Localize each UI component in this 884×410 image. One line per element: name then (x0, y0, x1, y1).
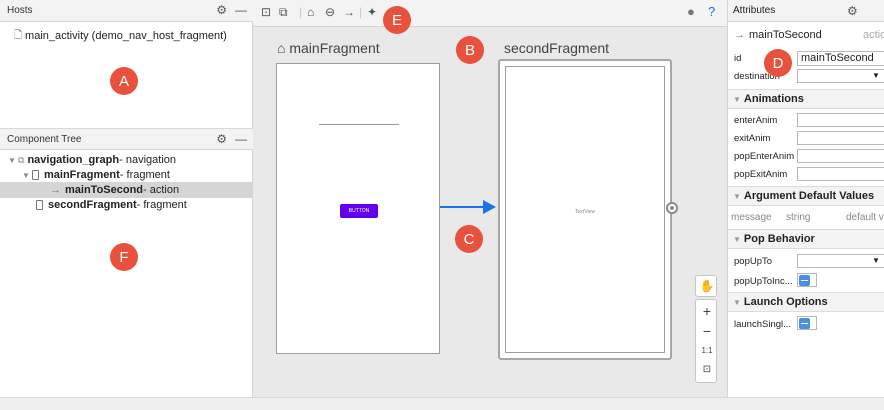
argument-row[interactable]: message string default v (728, 208, 884, 226)
hosts-panel-title: Hosts (7, 5, 33, 16)
component-tree-header: Component Tree ⚙ — (0, 128, 253, 150)
host-item-label: main_activity (demo_nav_host_fragment) (25, 30, 227, 42)
preview-button: BUTTON (340, 204, 378, 218)
tree-item-type: - fragment (119, 169, 170, 181)
selected-type: action (863, 29, 884, 41)
attributes-title: Attributes (733, 5, 776, 16)
pop-behavior-section[interactable]: ▼ Pop Behavior (728, 229, 884, 249)
action-arrow-icon: → (50, 184, 61, 196)
badge-b: B (456, 36, 484, 64)
badge-a: A (110, 67, 138, 95)
host-item[interactable]: 🗋 main_activity (demo_nav_host_fragment) (0, 28, 253, 44)
argument-defaults-section[interactable]: ▼ Argument Default Values (728, 186, 884, 206)
editor-toolbar: ⊡ ⧉ | ⌂ ⊖ → | ✦ ● ? (253, 0, 727, 27)
gear-icon[interactable]: ⚙ (216, 132, 227, 146)
activity-icon: 🗋 (14, 29, 23, 41)
tree-row-navigation-graph[interactable]: ▼ ⧉ navigation_graph - navigation (0, 152, 253, 168)
expand-icon[interactable]: ▼ (22, 171, 32, 180)
second-fragment-title: secondFragment (504, 40, 610, 56)
tree-item-name: secondFragment (48, 199, 137, 211)
new-destination-icon[interactable]: ⊡ (261, 5, 271, 19)
action-arrow-icon: → (734, 29, 745, 41)
preview-textview: TextView (575, 209, 595, 215)
pop-up-to-select[interactable]: ▼ (797, 254, 884, 268)
tree-item-name: mainFragment (44, 169, 120, 181)
hand-icon[interactable]: ✋ (696, 279, 718, 293)
main-fragment-destination[interactable]: BUTTON (276, 63, 440, 354)
action-arrow[interactable] (440, 199, 498, 215)
component-tree-title: Component Tree (7, 133, 82, 145)
help-icon[interactable]: ? (708, 4, 715, 19)
chevron-down-icon: ▼ (872, 71, 880, 80)
badge-c: C (455, 225, 483, 253)
status-bar (0, 397, 884, 410)
home-icon[interactable]: ⌂ (307, 5, 314, 19)
auto-arrange-icon[interactable]: ✦ (367, 5, 377, 19)
zoom-in-button[interactable]: + (696, 303, 718, 319)
text-divider-line (319, 124, 399, 125)
tree-item-type: - fragment (136, 199, 187, 211)
main-fragment-title: ⌂ mainFragment (277, 40, 380, 56)
id-field[interactable]: mainToSecond (797, 51, 884, 66)
badge-d: D (764, 49, 792, 77)
gear-icon[interactable]: ⚙ (847, 4, 858, 18)
badge-f: F (110, 243, 138, 271)
add-action-icon[interactable]: → (343, 5, 355, 19)
selected-element-row: → mainToSecond action (728, 26, 884, 44)
pan-tool-box[interactable]: ✋ (695, 275, 717, 297)
tree-item-type: - action (143, 184, 180, 196)
actual-size-button[interactable]: 1:1 (696, 346, 718, 355)
gear-icon[interactable]: ⚙ (216, 3, 227, 17)
zoom-out-button[interactable]: − (696, 323, 718, 339)
tree-row-second-fragment[interactable]: secondFragment - fragment (0, 197, 253, 213)
expand-icon[interactable]: ▼ (8, 156, 18, 165)
home-icon: ⌂ (277, 40, 290, 56)
attributes-panel: Attributes ⚙ → mainToSecond action id ma… (727, 0, 884, 397)
hosts-panel-header: Hosts ⚙ — (0, 0, 253, 22)
selected-name: mainToSecond (749, 29, 822, 41)
minimize-icon[interactable]: — (235, 3, 247, 17)
warning-icon[interactable]: ● (687, 4, 695, 19)
second-fragment-screen: TextView (505, 66, 665, 353)
toolbar-divider: | (359, 5, 363, 19)
toolbar-divider: | (299, 5, 303, 19)
fit-screen-icon[interactable]: ⊡ (696, 364, 718, 375)
zoom-controls: + − 1:1 ⊡ (695, 299, 717, 383)
fragment-icon (36, 200, 43, 210)
action-handle[interactable] (666, 202, 678, 214)
launch-options-section[interactable]: ▼ Launch Options (728, 292, 884, 312)
pop-up-inclusive-checkbox[interactable] (799, 275, 810, 286)
navigation-canvas[interactable]: ⌂ mainFragment BUTTON secondFragment Tex… (253, 27, 727, 397)
second-fragment-destination[interactable]: TextView (498, 59, 672, 360)
graph-icon: ⧉ (18, 154, 25, 165)
attributes-header: Attributes ⚙ (728, 0, 884, 22)
tree-item-name: mainToSecond (65, 184, 144, 196)
enter-anim-field[interactable] (797, 113, 884, 127)
left-column: Hosts ⚙ — 🗋 main_activity (demo_nav_host… (0, 0, 253, 397)
deep-link-icon[interactable]: ⊖ (325, 5, 335, 19)
badge-e: E (383, 6, 411, 34)
nested-graph-icon[interactable]: ⧉ (279, 5, 288, 20)
pop-exit-anim-field[interactable] (797, 167, 884, 181)
tree-row-main-to-second[interactable]: → mainToSecond - action (0, 182, 253, 198)
animations-section[interactable]: ▼ Animations (728, 89, 884, 109)
exit-anim-field[interactable] (797, 131, 884, 145)
tree-item-type: - navigation (119, 154, 176, 166)
tree-item-name: navigation_graph (27, 154, 120, 166)
destination-select[interactable]: ▼ (797, 69, 884, 83)
minimize-icon[interactable]: — (235, 132, 247, 146)
tree-row-main-fragment[interactable]: ▼ mainFragment - fragment (0, 167, 253, 183)
fragment-icon (32, 170, 39, 180)
chevron-down-icon: ▼ (872, 256, 880, 265)
pop-enter-anim-field[interactable] (797, 149, 884, 163)
launch-single-top-checkbox[interactable] (799, 318, 810, 329)
